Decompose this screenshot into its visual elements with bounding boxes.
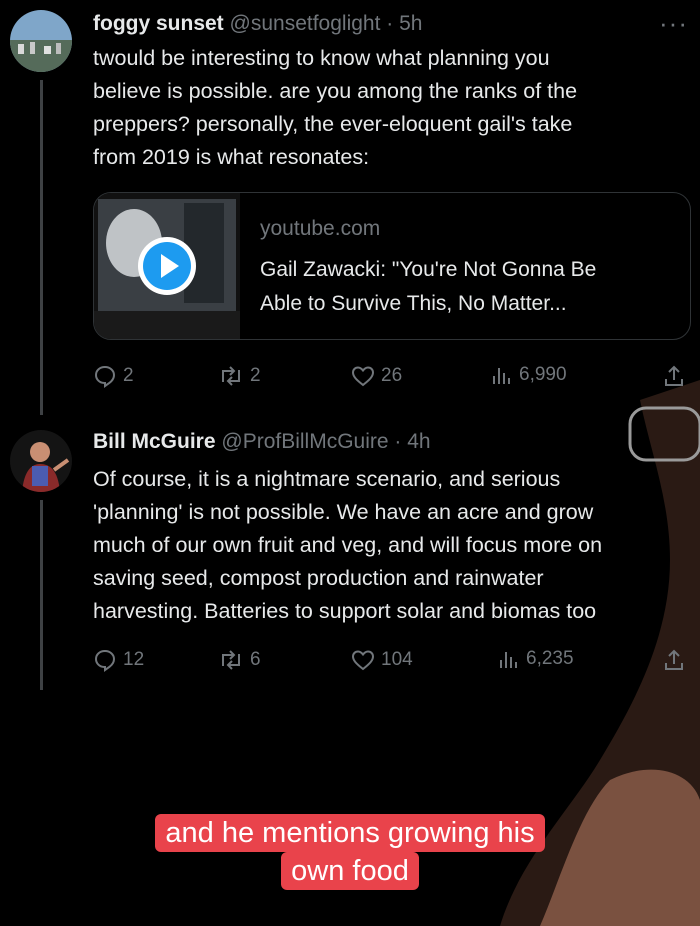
avatar[interactable] xyxy=(10,430,72,492)
video-thumbnail[interactable] xyxy=(94,193,240,339)
reply-icon xyxy=(94,649,116,672)
card-title-line: Gail Zawacki: "You're Not Gonna Be xyxy=(260,258,597,281)
views-count: 6,990 xyxy=(519,364,567,385)
video-caption: own food xyxy=(0,852,700,890)
share-icon xyxy=(665,649,683,670)
like-button[interactable]: 26 xyxy=(351,364,402,388)
play-icon[interactable] xyxy=(136,235,198,297)
like-button[interactable]: 104 xyxy=(351,648,413,672)
card-title: Gail Zawacki: "You're Not Gonna Be Able … xyxy=(260,253,670,321)
like-count: 104 xyxy=(381,649,413,670)
reply-icon xyxy=(94,365,116,388)
card-title-line: Able to Survive This, No Matter... xyxy=(260,292,567,315)
views-count: 6,235 xyxy=(526,648,574,669)
like-icon xyxy=(351,366,375,387)
tweet-line: from 2019 is what resonates: xyxy=(93,145,370,169)
reply-count: 2 xyxy=(123,365,134,386)
tweet-line: believe is possible. are you among the r… xyxy=(93,79,578,103)
tweet-line: much of our own fruit and veg, and will … xyxy=(93,533,603,557)
tweet-header: Bill McGuire @ProfBillMcGuire · 4h xyxy=(93,430,431,454)
tweet-line: preppers? personally, the ever-eloquent … xyxy=(93,112,573,136)
share-button[interactable] xyxy=(663,364,685,388)
tweet-line: saving seed, compost production and rain… xyxy=(93,566,544,590)
like-icon xyxy=(351,650,375,671)
repost-count: 2 xyxy=(250,365,261,386)
like-count: 26 xyxy=(381,365,403,386)
caption-line: own food xyxy=(281,852,419,890)
timestamp[interactable]: · 5h xyxy=(386,12,422,35)
views-icon xyxy=(493,368,510,384)
caption-line: and he mentions growing his xyxy=(155,814,545,852)
link-preview-card[interactable]: youtube.com Gail Zawacki: "You're Not Go… xyxy=(93,192,691,340)
repost-icon xyxy=(222,650,240,670)
tweet-line: 'planning' is not possible. We have an a… xyxy=(93,500,594,524)
thread-line xyxy=(40,500,43,690)
display-name[interactable]: foggy sunset xyxy=(93,12,224,35)
reply-button[interactable]: 12 xyxy=(93,648,144,672)
views-icon xyxy=(500,652,517,668)
tweet-text: Of course, it is a nightmare scenario, a… xyxy=(93,463,693,628)
tweet-actions: 12 6 104 6,235 xyxy=(93,648,693,678)
share-icon xyxy=(665,365,683,386)
more-options-icon[interactable]: ··· xyxy=(659,8,688,39)
tweet-header: foggy sunset @sunsetfoglight · 5h xyxy=(93,12,422,36)
avatar[interactable] xyxy=(10,10,72,72)
timestamp[interactable]: · 4h xyxy=(394,430,430,453)
display-name[interactable]: Bill McGuire xyxy=(93,430,216,453)
reply-button[interactable]: 2 xyxy=(93,364,134,388)
reply-count: 12 xyxy=(123,649,145,670)
repost-icon xyxy=(222,366,240,386)
views-button[interactable]: 6,990 xyxy=(491,364,567,386)
tweet-line: Of course, it is a nightmare scenario, a… xyxy=(93,467,561,491)
tweet-line: harvesting. Batteries to support solar a… xyxy=(93,599,597,623)
handle[interactable]: @sunsetfoglight xyxy=(230,12,381,35)
thread-line xyxy=(40,80,43,415)
tweet-text: twould be interesting to know what plann… xyxy=(93,42,693,174)
views-button[interactable]: 6,235 xyxy=(498,648,574,670)
tweet-line: twould be interesting to know what plann… xyxy=(93,46,550,70)
handle[interactable]: @ProfBillMcGuire xyxy=(221,430,388,453)
tweet-actions: 2 2 26 6,990 xyxy=(93,364,693,394)
repost-button[interactable]: 2 xyxy=(218,364,261,388)
share-button[interactable] xyxy=(663,648,685,672)
repost-button[interactable]: 6 xyxy=(218,648,261,672)
card-domain: youtube.com xyxy=(260,217,381,240)
repost-count: 6 xyxy=(250,649,261,670)
video-caption: and he mentions growing his xyxy=(0,814,700,852)
